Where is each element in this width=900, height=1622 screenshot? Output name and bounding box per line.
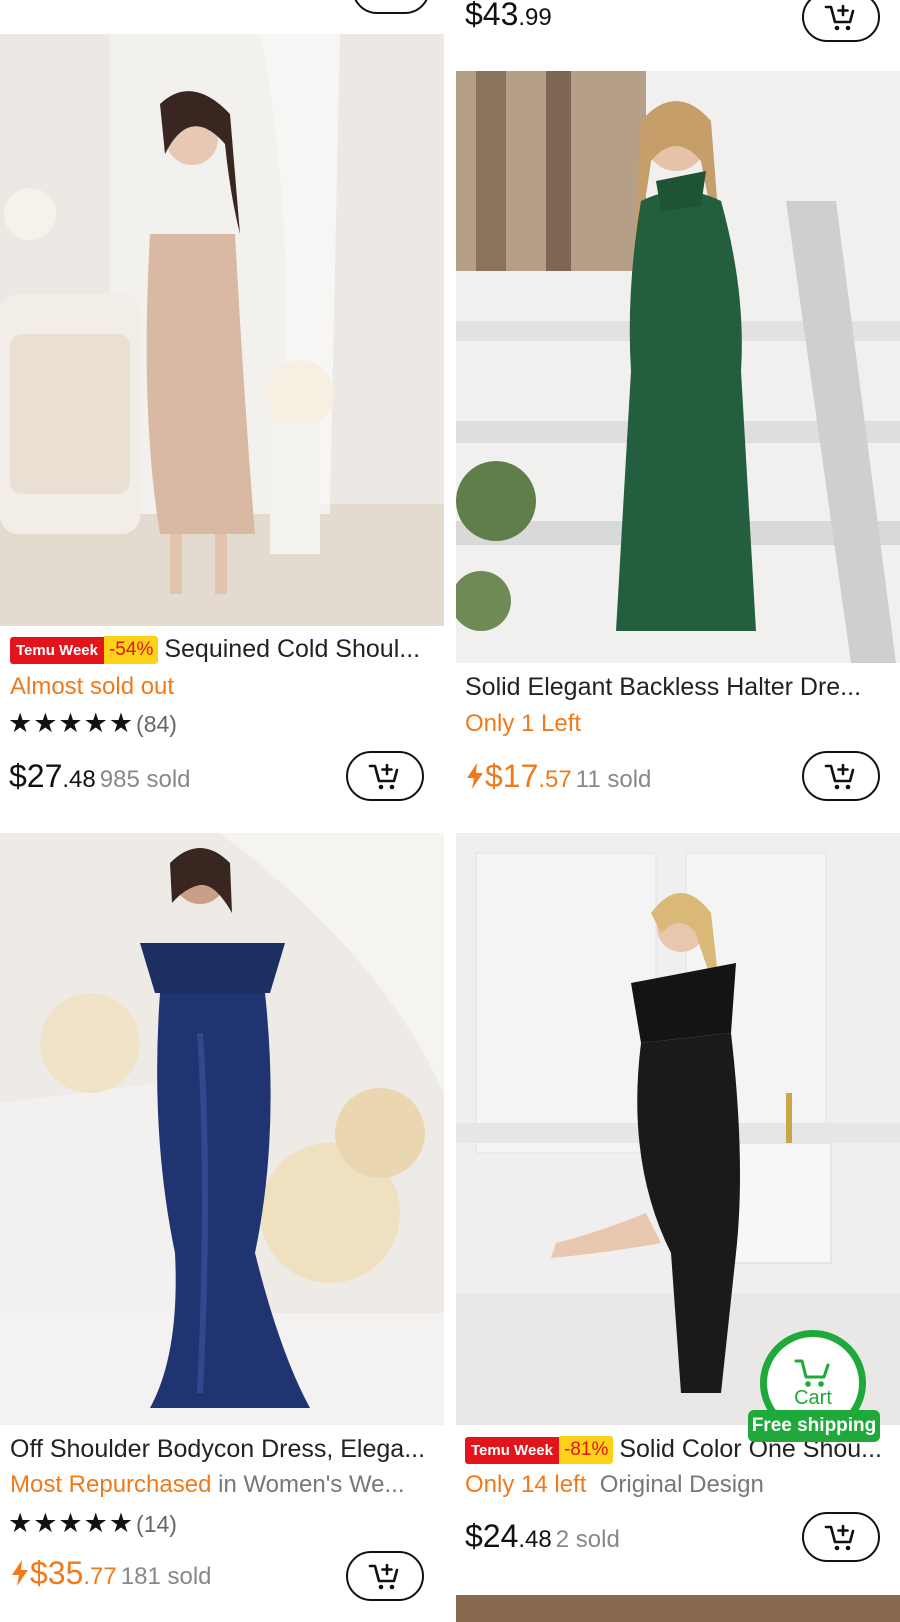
add-to-cart-icon (824, 1524, 855, 1551)
lightning-icon (467, 763, 483, 789)
add-to-cart-button[interactable] (346, 751, 424, 801)
product-price: $17.57 11 sold (465, 758, 651, 795)
product-price: $24.48 2 sold (465, 1518, 620, 1554)
product-title-text[interactable]: Off Shoulder Bodycon Dress, Elega... (10, 1435, 436, 1464)
product-title-text[interactable]: Solid Elegant Backless Halter Dre... (465, 673, 890, 702)
star-icon: ★★★★★ (8, 1508, 135, 1538)
top-cart-button-partial[interactable] (352, 0, 430, 14)
top-price: $43.99 (465, 0, 552, 32)
product-title-text: Sequined Cold Shoul... (164, 635, 421, 663)
stock-tag: Almost sold out (10, 673, 175, 700)
cart-icon (794, 1359, 830, 1387)
add-to-cart-button[interactable] (802, 751, 880, 801)
add-to-cart-button[interactable] (802, 1512, 880, 1562)
star-icon: ★★★★★ (8, 708, 135, 738)
add-to-cart-icon (368, 1563, 399, 1590)
add-to-cart-button[interactable] (346, 1551, 424, 1601)
add-to-cart-icon (824, 4, 855, 31)
product-image-green-halter-dress[interactable] (456, 71, 900, 663)
rating-stars: ★★★★★(14) (8, 1508, 177, 1539)
temu-week-badge: Temu Week (10, 636, 104, 664)
stock-tag: Only 14 left Original Design (465, 1471, 764, 1498)
product-price: $35.77 181 sold (10, 1555, 212, 1592)
sold-count: 985 sold (99, 766, 191, 793)
product-price: $27.48 985 sold (9, 758, 191, 794)
product-image-navy-satin-dress[interactable] (0, 833, 444, 1425)
sold-count: 181 sold (120, 1563, 212, 1590)
discount-badge: -81% (558, 1436, 614, 1465)
sold-count: 2 sold (555, 1526, 620, 1553)
rating-count: (84) (136, 711, 177, 737)
next-product-image-partial[interactable] (456, 1595, 900, 1622)
add-to-cart-icon (824, 763, 855, 790)
discount-badge: -54% (103, 636, 159, 665)
stock-tag: Only 1 Left (465, 710, 582, 737)
add-to-cart-icon (368, 763, 399, 790)
sold-count: 11 sold (575, 766, 652, 793)
rating-stars: ★★★★★(84) (8, 708, 177, 739)
product-title[interactable]: Temu Week -54% Sequined Cold Shoul... (10, 635, 436, 665)
lightning-icon (12, 1560, 28, 1586)
cart-label: Cart (794, 1386, 832, 1409)
free-shipping-badge[interactable]: Free shipping (748, 1410, 880, 1442)
rating-count: (14) (136, 1511, 177, 1537)
product-image-sequined-dress[interactable] (0, 34, 444, 626)
stock-tag: Most Repurchased in Women's We... (10, 1471, 405, 1498)
temu-week-badge: Temu Week (465, 1436, 559, 1464)
top-add-to-cart-button[interactable] (802, 0, 880, 42)
